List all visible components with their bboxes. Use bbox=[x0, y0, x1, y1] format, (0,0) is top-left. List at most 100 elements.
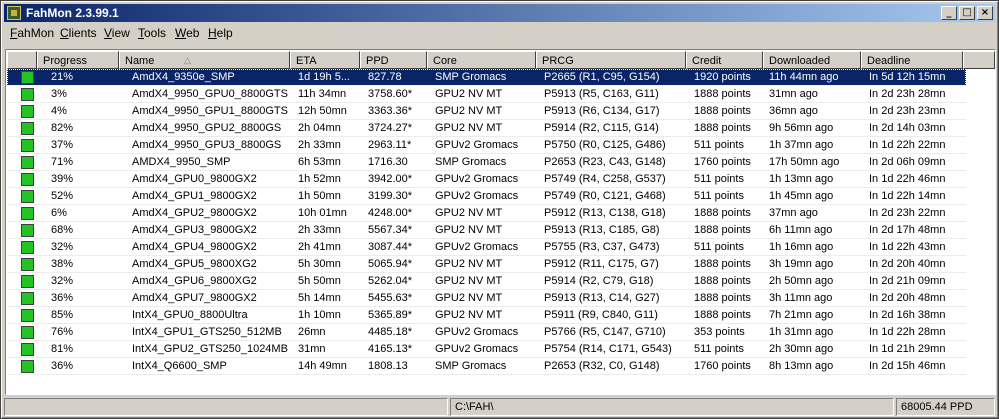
deadline-cell: In 5d 12h 15mn bbox=[869, 71, 946, 83]
column-header-name[interactable]: Name △ bbox=[119, 51, 290, 69]
credit-cell: 1888 points bbox=[694, 207, 751, 219]
close-button[interactable]: × bbox=[977, 6, 993, 20]
client-row[interactable]: 52% AmdX4_GPU1_9800GX2 1h 50mn 3199.30* GPUv… bbox=[7, 188, 966, 205]
downloaded-cell: 1h 37mn ago bbox=[769, 139, 834, 151]
deadline-cell: In 2d 15h 46mn bbox=[869, 360, 946, 372]
downloaded-cell: 1h 16mn ago bbox=[769, 241, 834, 253]
deadline-cell: In 2d 21h 09mn bbox=[869, 275, 946, 287]
status-fah-path: C:\FAH\ bbox=[450, 398, 894, 416]
column-header-eta[interactable]: ETA bbox=[290, 51, 360, 69]
prcg-cell: P5913 (R5, C163, G11) bbox=[544, 88, 659, 100]
client-status-icon bbox=[21, 309, 34, 322]
deadline-cell: In 2d 17h 48mn bbox=[869, 224, 946, 236]
prcg-cell: P5749 (R4, C258, G537) bbox=[544, 173, 666, 185]
client-row[interactable]: 37% AmdX4_9950_GPU3_8800GS 2h 33mn 2963.11*… bbox=[7, 137, 966, 154]
eta-cell: 2h 04mn bbox=[298, 122, 341, 134]
app-icon[interactable] bbox=[7, 6, 21, 20]
column-header-status[interactable] bbox=[7, 51, 37, 69]
client-row[interactable]: 68% AmdX4_GPU3_9800GX2 2h 33mn 5567.34* GPU2… bbox=[7, 222, 966, 239]
credit-cell: 353 points bbox=[694, 326, 745, 338]
progress-cell: 37% bbox=[51, 139, 74, 151]
progress-cell: 6% bbox=[51, 207, 67, 219]
prcg-cell: P5766 (R5, C147, G710) bbox=[544, 326, 666, 338]
clients-list[interactable]: Progress Name △ ETA PPD Core PRCG Credit… bbox=[5, 49, 996, 395]
client-row[interactable]: 85% IntX4_GPU0_8800Ultra 1h 10mn 5365.89* GP… bbox=[7, 307, 966, 324]
client-row[interactable]: 39% AmdX4_GPU0_9800GX2 1h 52mn 3942.00* GPUv… bbox=[7, 171, 966, 188]
client-row[interactable]: 38% AmdX4_GPU5_9800XG2 5h 30mn 5065.94* GPU2… bbox=[7, 256, 966, 273]
name-cell: AmdX4_GPU6_9800XG2 bbox=[132, 275, 257, 287]
client-row[interactable]: 3% AmdX4_9950_GPU0_8800GTS 11h 34mn 3758.60… bbox=[7, 86, 966, 103]
progress-cell: 38% bbox=[51, 258, 74, 270]
deadline-cell: In 1d 22h 22mn bbox=[869, 139, 946, 151]
column-header-progress[interactable]: Progress bbox=[37, 51, 119, 69]
column-header-credit[interactable]: Credit bbox=[686, 51, 763, 69]
client-row[interactable]: 76% IntX4_GPU1_GTS250_512MB 26mn 4485.18* GP… bbox=[7, 324, 966, 341]
prcg-cell: P2665 (R1, C95, G154) bbox=[544, 71, 660, 83]
client-status-icon bbox=[21, 71, 34, 84]
credit-cell: 1760 points bbox=[694, 156, 751, 168]
progress-cell: 39% bbox=[51, 173, 74, 185]
column-header-downloaded[interactable]: Downloaded bbox=[763, 51, 861, 69]
deadline-cell: In 2d 16h 38mn bbox=[869, 309, 946, 321]
menu-web[interactable]: Web bbox=[175, 26, 199, 40]
column-header-core[interactable]: Core bbox=[427, 51, 536, 69]
sort-ascending-icon: △ bbox=[184, 55, 191, 65]
ppd-cell: 827.78 bbox=[368, 71, 402, 83]
client-status-icon bbox=[21, 139, 34, 152]
client-row[interactable]: 32% AmdX4_GPU4_9800GX2 2h 41mn 3087.44* GPUv… bbox=[7, 239, 966, 256]
client-row[interactable]: 71% AMDX4_9950_SMP 6h 53mn 1716.30 SMP Groma… bbox=[7, 154, 966, 171]
client-row[interactable]: 36% IntX4_Q6600_SMP 14h 49mn 1808.13 SMP Gro… bbox=[7, 358, 966, 375]
ppd-cell: 3363.36* bbox=[368, 105, 413, 117]
client-status-icon bbox=[21, 360, 34, 373]
credit-cell: 1888 points bbox=[694, 105, 751, 117]
client-status-icon bbox=[21, 275, 34, 288]
progress-cell: 21% bbox=[51, 71, 74, 83]
prcg-cell: P5913 (R13, C185, G8) bbox=[544, 224, 660, 236]
menu-fahmon[interactable]: FahMon bbox=[10, 26, 54, 40]
client-row[interactable]: 32% AmdX4_GPU6_9800XG2 5h 50mn 5262.04* GPU2… bbox=[7, 273, 966, 290]
client-row[interactable]: 4% AmdX4_9950_GPU1_8800GTS 12h 50mn 3363.36… bbox=[7, 103, 966, 120]
ppd-cell: 5365.89* bbox=[368, 309, 413, 321]
prcg-cell: P5755 (R3, C37, G473) bbox=[544, 241, 660, 253]
eta-cell: 26mn bbox=[298, 326, 326, 338]
name-cell: AmdX4_9950_GPU3_8800GS bbox=[132, 139, 282, 151]
column-header-name-label: Name bbox=[125, 55, 155, 67]
column-header-prcg[interactable]: PRCG bbox=[536, 51, 686, 69]
client-row[interactable]: 36% AmdX4_GPU7_9800GX2 5h 14mn 5455.63* GPU2… bbox=[7, 290, 966, 307]
client-status-icon bbox=[21, 105, 34, 118]
client-status-icon bbox=[21, 156, 34, 169]
column-header-deadline[interactable]: Deadline bbox=[861, 51, 963, 69]
menu-help[interactable]: Help bbox=[208, 26, 233, 40]
progress-cell: 76% bbox=[51, 326, 74, 338]
name-cell: AmdX4_GPU1_9800GX2 bbox=[132, 190, 257, 202]
credit-cell: 511 points bbox=[694, 139, 744, 151]
menu-clients[interactable]: Clients bbox=[60, 26, 97, 40]
menu-view[interactable]: View bbox=[104, 26, 130, 40]
menu-tools[interactable]: Tools bbox=[138, 26, 166, 40]
progress-cell: 32% bbox=[51, 275, 74, 287]
client-row[interactable]: 21% AmdX4_9350e_SMP 1d 19h 5... 827.78 SMP G… bbox=[7, 69, 966, 86]
maximize-button[interactable]: □ bbox=[959, 6, 975, 20]
core-cell: GPU2 NV MT bbox=[435, 207, 503, 219]
minimize-button[interactable]: _ bbox=[941, 6, 957, 20]
client-row[interactable]: 82% AmdX4_9950_GPU2_8800GS 2h 04mn 3724.27*… bbox=[7, 120, 966, 137]
deadline-cell: In 2d 20h 40mn bbox=[869, 258, 946, 270]
ppd-cell: 4248.00* bbox=[368, 207, 413, 219]
prcg-cell: P5912 (R11, C175, G7) bbox=[544, 258, 659, 270]
column-header-ppd[interactable]: PPD bbox=[360, 51, 427, 69]
deadline-cell: In 1d 22h 43mn bbox=[869, 241, 946, 253]
eta-cell: 11h 34mn bbox=[298, 88, 347, 100]
credit-cell: 1920 points bbox=[694, 71, 751, 83]
name-cell: AmdX4_GPU3_9800GX2 bbox=[132, 224, 257, 236]
client-status-icon bbox=[21, 326, 34, 339]
client-row[interactable]: 81% IntX4_GPU2_GTS250_1024MB 31mn 4165.13* G… bbox=[7, 341, 966, 358]
ppd-cell: 2963.11* bbox=[368, 139, 412, 151]
core-cell: GPUv2 Gromacs bbox=[435, 173, 519, 185]
downloaded-cell: 6h 11mn ago bbox=[769, 224, 833, 236]
deadline-cell: In 1d 22h 14mn bbox=[869, 190, 946, 202]
title-bar[interactable]: FahMon 2.3.99.1 _ □ × bbox=[4, 4, 995, 22]
status-message bbox=[4, 398, 448, 416]
client-row[interactable]: 6% AmdX4_GPU2_9800GX2 10h 01mn 4248.00* GPU2… bbox=[7, 205, 966, 222]
core-cell: GPU2 NV MT bbox=[435, 309, 503, 321]
name-cell: AmdX4_GPU4_9800GX2 bbox=[132, 241, 257, 253]
